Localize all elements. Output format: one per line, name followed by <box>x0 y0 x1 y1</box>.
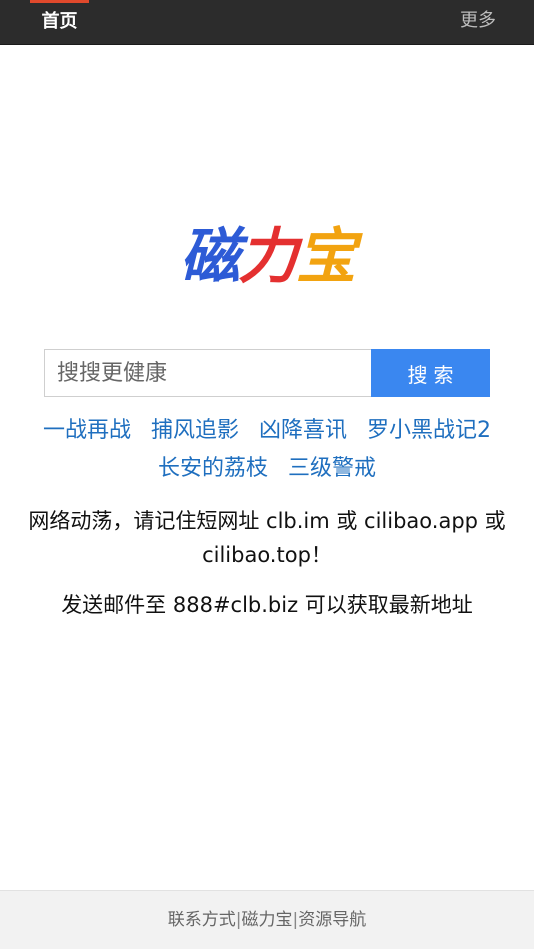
notice-short-urls: 网络动荡，请记住短网址 clb.im 或 cilibao.app 或 cilib… <box>28 509 506 567</box>
hot-keyword-link[interactable]: 凶降喜讯 <box>259 418 347 443</box>
hot-keyword-link[interactable]: 一战再战 <box>43 418 131 443</box>
logo-char-1: 磁 <box>180 222 240 292</box>
footer-link-contact[interactable]: 联系方式 <box>168 910 236 930</box>
footer-link-home[interactable]: 磁力宝 <box>242 910 293 930</box>
hot-keywords: 一战再战 捕风追影 凶降喜讯 罗小黑战记2 长安的荔枝 三级警戒 <box>0 412 534 488</box>
hot-keyword-link[interactable]: 捕风追影 <box>151 418 239 443</box>
notice-email: 发送邮件至 888#clb.biz 可以获取最新地址 <box>61 593 473 617</box>
hot-keyword-link[interactable]: 长安的荔枝 <box>158 456 268 481</box>
nav-more-link[interactable]: 更多 <box>460 0 496 44</box>
top-navbar: 首页 更多 <box>0 0 534 45</box>
logo-char-3: 宝 <box>296 222 356 292</box>
logo-char-2: 力 <box>238 222 298 292</box>
footer-link-resources[interactable]: 资源导航 <box>298 910 366 930</box>
page: 首页 更多 磁力宝 搜索 一战再战捕风追影凶降喜讯罗小黑战记2 长安的荔枝三级警戒… <box>0 0 534 949</box>
search-input[interactable] <box>44 349 372 397</box>
nav-home-tab[interactable]: 首页 <box>30 0 89 44</box>
search-button[interactable]: 搜索 <box>371 349 490 397</box>
hot-keyword-link[interactable]: 三级警戒 <box>288 456 376 481</box>
footer: 联系方式|磁力宝|资源导航 <box>0 890 534 949</box>
hot-keyword-link[interactable]: 罗小黑战记2 <box>367 418 491 443</box>
site-logo[interactable]: 磁力宝 <box>0 222 534 292</box>
search-form: 搜索 <box>44 349 490 397</box>
